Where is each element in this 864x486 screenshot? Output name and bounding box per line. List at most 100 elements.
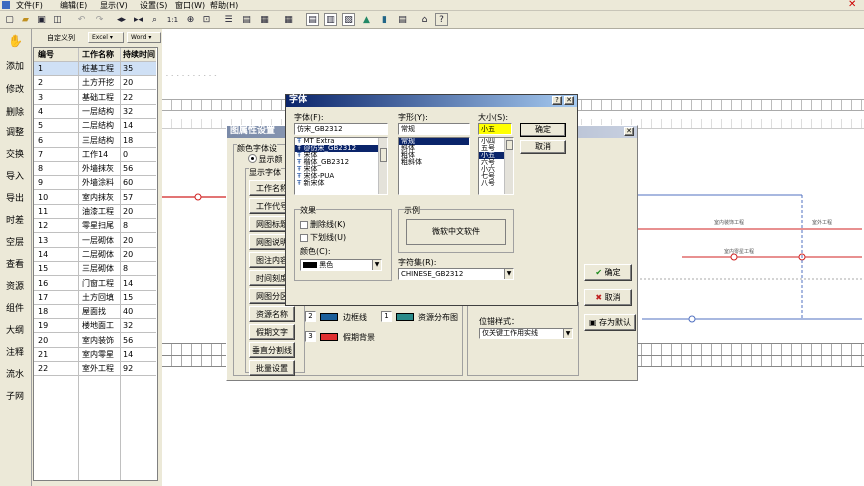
- gantt-view-icon[interactable]: ▥: [324, 13, 337, 26]
- new-file-icon[interactable]: ▢: [3, 13, 16, 26]
- element-button-8[interactable]: 假期文字: [249, 324, 295, 340]
- resource-width-field[interactable]: 1: [381, 311, 392, 322]
- table-row[interactable]: 18 屋面找 40: [34, 305, 156, 320]
- table-row[interactable]: 15 三层砌体 8: [34, 262, 156, 277]
- undo-icon[interactable]: ↶: [75, 13, 88, 26]
- edge-line-color-swatch[interactable]: [320, 313, 338, 321]
- table-row[interactable]: 20 室内装饰 56: [34, 334, 156, 348]
- sidebar-subnet[interactable]: 子网: [2, 389, 28, 402]
- save-as-icon[interactable]: ◫: [51, 13, 64, 26]
- table-row[interactable]: 12 零星扫尾 8: [34, 219, 156, 234]
- font-name-list[interactable]: Ŧ MT Extra Ŧ @仿宋_GB2312 Ŧ 宋体 Ŧ 楷体_GB2312 Ŧ 宋…: [294, 137, 388, 195]
- network-view-icon[interactable]: ▤: [306, 13, 319, 26]
- table-row[interactable]: 21 室内零星 14: [34, 348, 156, 362]
- fit-window-icon[interactable]: ⊕: [184, 13, 197, 26]
- sidebar-note[interactable]: 注释: [2, 345, 28, 358]
- word-dropdown[interactable]: Word ▾: [127, 32, 161, 43]
- timescale-view-icon[interactable]: ▧: [342, 13, 355, 26]
- redo-icon[interactable]: ↷: [93, 13, 106, 26]
- menu-edit[interactable]: 编辑(E): [60, 0, 87, 11]
- sidebar-add[interactable]: 添加: [2, 59, 28, 72]
- table-row[interactable]: 19 楼地面工 32: [34, 319, 156, 334]
- charset-select[interactable]: CHINESE_GB2312 ▼: [398, 268, 514, 280]
- show-color-radio[interactable]: 显示颜: [248, 154, 283, 165]
- line-style-select[interactable]: 仅关键工作用实线 ▼: [479, 328, 573, 339]
- font-cancel-button[interactable]: 取消: [520, 140, 566, 154]
- sidebar-import[interactable]: 导入: [2, 169, 28, 182]
- calendar-icon[interactable]: ▦: [282, 13, 295, 26]
- save-icon[interactable]: ▣: [35, 13, 48, 26]
- strikeout-checkbox[interactable]: 删除线(K): [300, 219, 346, 230]
- font-size-input[interactable]: 小五: [478, 123, 512, 135]
- size-list-scrollbar[interactable]: [504, 138, 513, 194]
- sidebar-resource[interactable]: 资源: [2, 279, 28, 292]
- font-style-list[interactable]: 常规 斜体 粗体 粗斜体: [398, 137, 470, 195]
- menu-view[interactable]: 显示(V): [100, 0, 128, 11]
- font-color-select[interactable]: 黑色 ▼: [300, 259, 382, 271]
- excel-dropdown[interactable]: Excel ▾: [88, 32, 124, 43]
- open-file-icon[interactable]: ▰: [19, 13, 32, 26]
- property-dialog-close-button[interactable]: ✕: [624, 127, 634, 136]
- ok-button[interactable]: ✔ 确定: [584, 264, 632, 281]
- menu-help[interactable]: 帮助(H): [210, 0, 238, 11]
- font-dialog-help-button[interactable]: ?: [552, 96, 562, 105]
- table-row[interactable]: 10 室内抹灰 57: [34, 191, 156, 205]
- list-item[interactable]: 粗斜体: [399, 159, 469, 166]
- grid-view-icon[interactable]: ▦: [258, 13, 271, 26]
- sidebar-modify[interactable]: 修改: [2, 82, 28, 95]
- table-row[interactable]: 13 一层砌体 20: [34, 234, 156, 248]
- font-name-input[interactable]: 仿宋_GB2312: [294, 123, 388, 135]
- table-row[interactable]: 17 土方回填 15: [34, 291, 156, 305]
- col-header-id[interactable]: 编号: [38, 48, 54, 61]
- table-row[interactable]: 9 外墙涂料 60: [34, 176, 156, 191]
- table-row[interactable]: 22 室外工程 92: [34, 362, 156, 377]
- font-style-input[interactable]: 常规: [398, 123, 470, 135]
- sidebar-delete[interactable]: 删除: [2, 105, 28, 118]
- table-row[interactable]: 14 二层砌体 20: [34, 248, 156, 262]
- move-right-left-icon[interactable]: ▸◂: [132, 13, 145, 26]
- home-icon[interactable]: ⌂: [418, 13, 431, 26]
- sidebar-component[interactable]: 组件: [2, 301, 28, 314]
- bar-chart-icon[interactable]: ▮: [378, 13, 391, 26]
- custom-columns-link[interactable]: 自定义列: [47, 33, 75, 43]
- resource-color-swatch[interactable]: [396, 313, 414, 321]
- font-list-scrollbar[interactable]: [378, 138, 387, 194]
- close-window-icon[interactable]: ✕: [848, 0, 856, 10]
- holiday-color-swatch[interactable]: [320, 333, 338, 341]
- fullscreen-icon[interactable]: ⊡: [200, 13, 213, 26]
- sidebar-view[interactable]: 查看: [2, 257, 28, 270]
- resource-chart-icon[interactable]: ▲: [360, 13, 373, 26]
- list-item[interactable]: Ŧ 新宋体: [295, 180, 387, 187]
- table-row[interactable]: 8 外墙抹灰 56: [34, 162, 156, 177]
- element-button-9[interactable]: 垂直分割线: [249, 342, 295, 358]
- table-row[interactable]: 11 油漆工程 20: [34, 205, 156, 219]
- menu-file[interactable]: 文件(F): [16, 0, 43, 11]
- table-row[interactable]: 16 门窗工程 14: [34, 277, 156, 291]
- list-view-icon[interactable]: ☰: [222, 13, 235, 26]
- holiday-width-field[interactable]: 3: [305, 331, 316, 342]
- col-header-duration[interactable]: 持续时间: [123, 48, 155, 61]
- report-icon[interactable]: ▤: [396, 13, 409, 26]
- cancel-button[interactable]: ✖ 取消: [584, 289, 632, 306]
- table-row[interactable]: 2 土方开挖 20: [34, 76, 156, 91]
- sidebar-outline[interactable]: 大纲: [2, 323, 28, 336]
- zoom-icon[interactable]: ⌕: [148, 13, 161, 26]
- table-row[interactable]: 7 工作14 0: [34, 148, 156, 162]
- menu-window[interactable]: 窗口(W): [175, 0, 205, 11]
- element-button-10[interactable]: 批量设置: [249, 360, 295, 376]
- sidebar-export[interactable]: 导出: [2, 191, 28, 204]
- table-row[interactable]: 6 三层结构 18: [34, 134, 156, 148]
- sidebar-flow[interactable]: 流水: [2, 367, 28, 380]
- menu-settings[interactable]: 设置(S): [140, 0, 167, 11]
- font-dialog-close-button[interactable]: ✕: [564, 96, 574, 105]
- sidebar-adjust[interactable]: 调整: [2, 125, 28, 138]
- hand-tool-icon[interactable]: ✋: [8, 34, 23, 48]
- underline-checkbox[interactable]: 下划线(U): [300, 232, 346, 243]
- edge-line-width-field[interactable]: 2: [305, 311, 316, 322]
- col-header-name[interactable]: 工作名称: [82, 48, 114, 61]
- move-left-right-icon[interactable]: ◂▸: [115, 13, 128, 26]
- sidebar-empty-layer[interactable]: 空层: [2, 235, 28, 248]
- help-icon[interactable]: ?: [435, 13, 448, 26]
- table-row[interactable]: 5 二层结构 14: [34, 119, 156, 134]
- sidebar-swap[interactable]: 交换: [2, 147, 28, 160]
